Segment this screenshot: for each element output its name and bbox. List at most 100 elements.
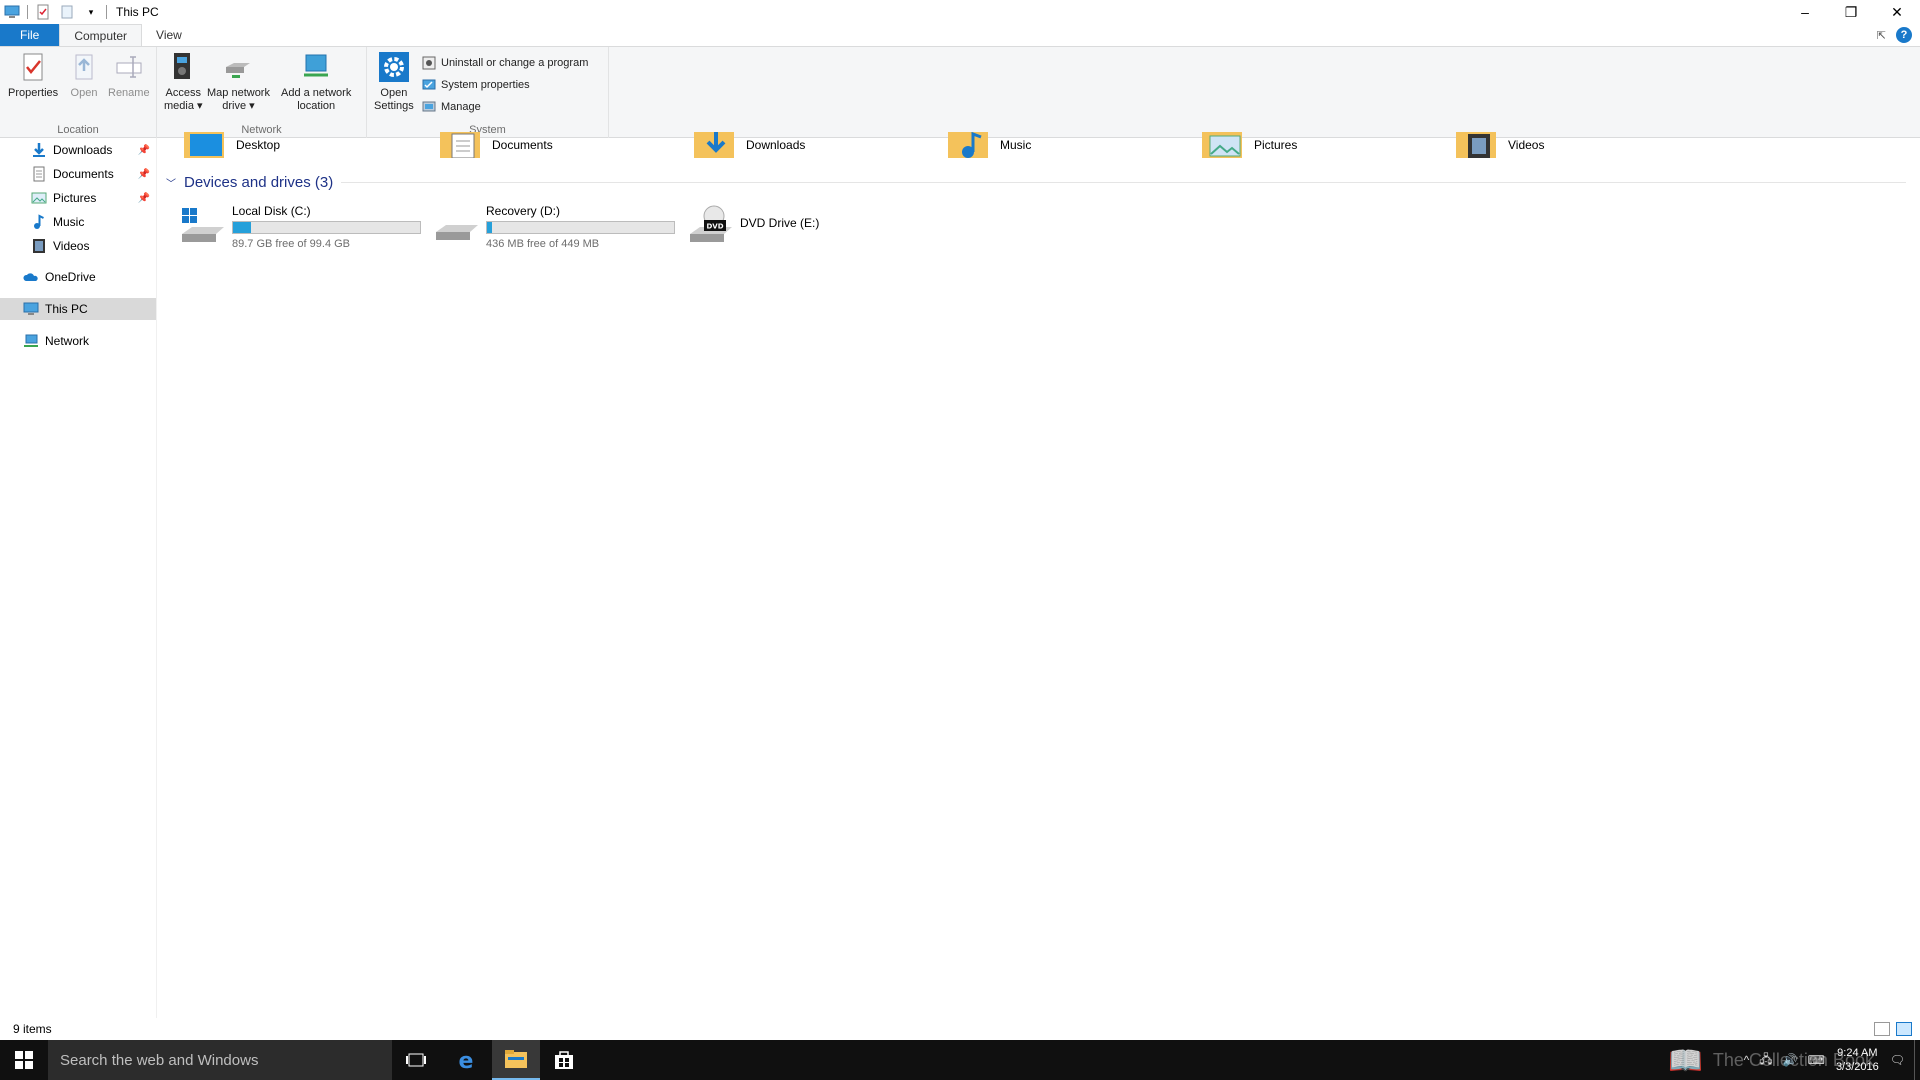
content-area: Desktop Documents Downloads Music Pictur…: [158, 132, 1920, 1018]
section-devices-and-drives[interactable]: ﹀ Devices and drives (3): [166, 174, 1906, 191]
sidebar-item-downloads[interactable]: Downloads 📌: [0, 139, 156, 161]
pictures-icon: [31, 192, 47, 204]
details-view-button[interactable]: [1874, 1022, 1890, 1036]
documents-folder-icon: [440, 132, 480, 158]
sidebar-item-documents[interactable]: Documents 📌: [0, 163, 156, 185]
manage-icon: [422, 101, 436, 112]
folder-music[interactable]: Music: [948, 132, 1188, 162]
volume-icon[interactable]: 🔊: [1783, 1053, 1798, 1067]
properties-icon[interactable]: [35, 4, 51, 20]
windows-drive-icon: [182, 208, 224, 242]
add-network-location-button[interactable]: Add a network location: [281, 51, 351, 113]
store-icon: [555, 1051, 573, 1069]
group-label-system: System: [469, 124, 506, 136]
task-view-button[interactable]: [392, 1040, 440, 1080]
pin-icon[interactable]: 📌: [138, 169, 150, 180]
computer-icon: [23, 302, 39, 315]
music-icon: [34, 214, 44, 229]
navigation-pane: Downloads 📌 Documents 📌 Pictures 📌 Music…: [0, 138, 157, 1018]
sidebar-item-this-pc[interactable]: This PC: [0, 298, 156, 320]
open-button[interactable]: Open: [68, 51, 100, 100]
quick-access-toolbar: ▾: [0, 0, 110, 24]
onedrive-icon: [23, 273, 38, 281]
open-settings-button[interactable]: Open Settings: [374, 51, 414, 113]
drive-usage-bar: [232, 221, 421, 234]
tab-view[interactable]: View: [142, 24, 196, 46]
drive-c[interactable]: Local Disk (C:) 89.7 GB free of 99.4 GB: [180, 204, 430, 250]
sidebar-item-pictures[interactable]: Pictures 📌: [0, 187, 156, 209]
videos-folder-icon: [1456, 132, 1496, 158]
show-desktop-button[interactable]: [1914, 1040, 1920, 1080]
folder-pictures[interactable]: Pictures: [1202, 132, 1442, 162]
keyboard-icon[interactable]: ⌨: [1808, 1053, 1825, 1067]
large-icons-view-button[interactable]: [1896, 1022, 1912, 1036]
drive-usage-bar: [486, 221, 675, 234]
ribbon-tabs: File Computer View ⇱ ?: [0, 24, 1920, 46]
customize-toolbar-icon[interactable]: ▾: [83, 4, 99, 20]
close-button[interactable]: ✕: [1874, 0, 1920, 24]
dvd-drive-icon: DVD: [690, 205, 732, 242]
item-count: 9 items: [13, 1022, 52, 1036]
pin-icon[interactable]: 📌: [138, 145, 150, 156]
file-explorer-button[interactable]: [492, 1040, 540, 1080]
start-button[interactable]: [0, 1040, 48, 1080]
sidebar-item-onedrive[interactable]: OneDrive: [0, 266, 156, 288]
map-network-drive-button[interactable]: Map network drive ▾: [207, 51, 270, 113]
chevron-up-icon[interactable]: ^: [1744, 1053, 1750, 1067]
ribbon-group-location: Properties Open Rename Location: [0, 47, 157, 139]
open-icon: [75, 54, 93, 80]
store-button[interactable]: [540, 1040, 588, 1080]
sidebar-item-videos[interactable]: Videos: [0, 235, 156, 257]
this-pc-icon: [4, 5, 20, 18]
folder-videos[interactable]: Videos: [1456, 132, 1696, 162]
manage-button[interactable]: Manage: [422, 98, 481, 116]
taskbar-search[interactable]: Search the web and Windows: [48, 1040, 392, 1080]
system-tray: ^ 🖧 🔊 ⌨ 9:24 AM 3/3/2016 🗨: [1739, 1040, 1920, 1080]
chevron-down-icon[interactable]: ﹀: [166, 175, 176, 190]
downloads-folder-icon: [694, 132, 734, 158]
folder-documents[interactable]: Documents: [440, 132, 680, 162]
folder-desktop[interactable]: Desktop: [184, 132, 424, 162]
properties-icon: [23, 53, 43, 81]
svg-text:e: e: [459, 1049, 474, 1071]
windows-logo-icon: [15, 1051, 33, 1069]
folder-downloads[interactable]: Downloads: [694, 132, 934, 162]
uninstall-icon: [422, 56, 436, 70]
svg-text:DVD: DVD: [706, 223, 723, 231]
tab-file[interactable]: File: [0, 24, 60, 46]
clock[interactable]: 9:24 AM 3/3/2016: [1836, 1046, 1879, 1074]
window-title: This PC: [116, 5, 159, 19]
minimize-ribbon-icon[interactable]: ⇱: [1877, 29, 1886, 42]
sidebar-item-network[interactable]: Network: [0, 330, 156, 352]
restore-button[interactable]: ❐: [1828, 0, 1874, 24]
minimize-button[interactable]: –: [1782, 0, 1828, 24]
add-network-location-icon: [304, 54, 329, 77]
system-properties-button[interactable]: System properties: [422, 76, 530, 94]
network-tray-icon[interactable]: 🖧: [1759, 1050, 1772, 1071]
rename-button[interactable]: Rename: [108, 51, 150, 100]
notification-icon[interactable]: 🗨: [1890, 1053, 1905, 1067]
drive-e[interactable]: DVD DVD Drive (E:): [688, 204, 908, 248]
access-media-button[interactable]: Access media ▾: [164, 51, 203, 113]
rename-icon: [116, 56, 142, 78]
new-folder-icon[interactable]: [59, 4, 75, 20]
sidebar-item-music[interactable]: Music: [0, 211, 156, 233]
ribbon-group-network: Access media ▾ Map network drive ▾ Add a…: [157, 47, 367, 139]
group-label-location: Location: [57, 124, 99, 136]
videos-icon: [33, 239, 45, 253]
map-network-drive-icon: [226, 63, 251, 78]
edge-icon: e: [459, 1049, 474, 1071]
properties-button[interactable]: Properties: [8, 51, 58, 100]
tab-computer[interactable]: Computer: [59, 24, 143, 46]
help-icon[interactable]: ?: [1896, 27, 1912, 43]
drive-d[interactable]: Recovery (D:) 436 MB free of 449 MB: [434, 204, 684, 250]
document-icon: [33, 166, 45, 182]
desktop-folder-icon: [184, 132, 224, 158]
uninstall-program-button[interactable]: Uninstall or change a program: [422, 54, 588, 72]
pin-icon[interactable]: 📌: [138, 193, 150, 204]
status-bar: 9 items: [0, 1018, 1920, 1040]
system-properties-icon: [422, 79, 436, 90]
file-explorer-icon: [505, 1050, 527, 1068]
taskbar: Search the web and Windows e 📖 The Colle…: [0, 1040, 1920, 1080]
edge-button[interactable]: e: [442, 1040, 490, 1080]
